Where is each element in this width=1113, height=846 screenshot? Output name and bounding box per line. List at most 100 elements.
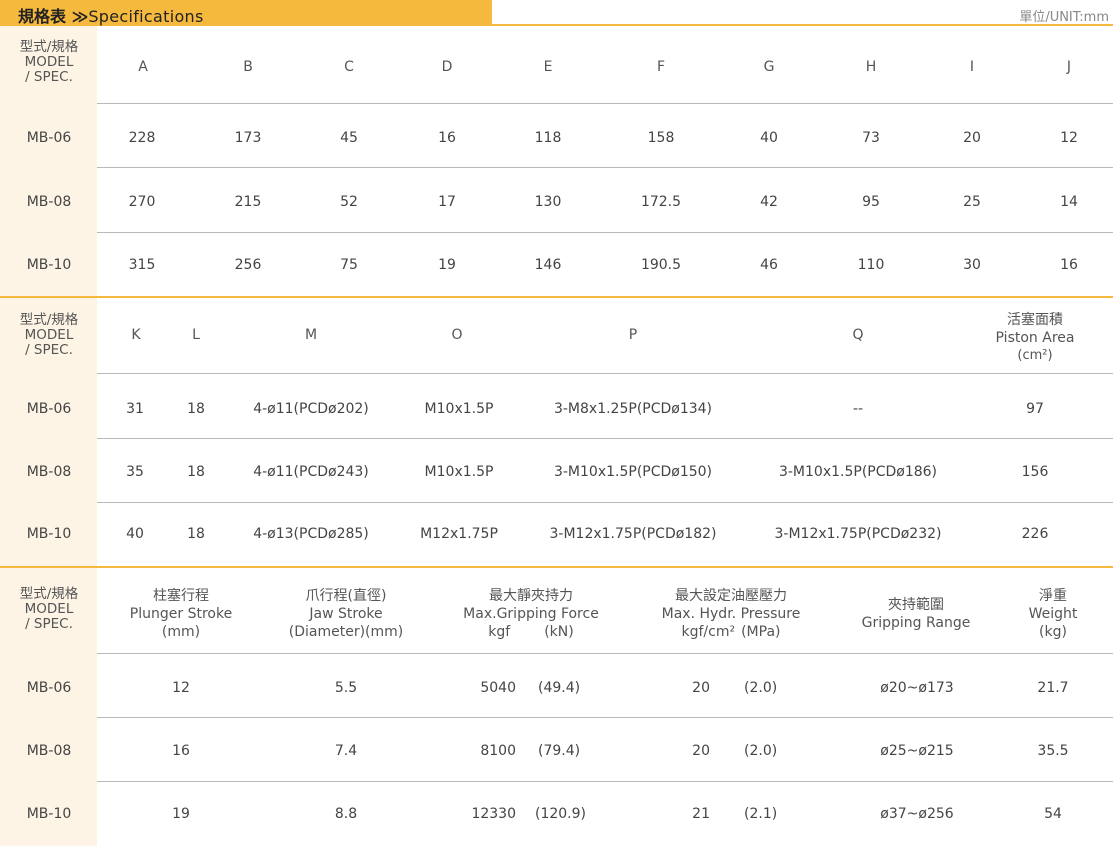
value-cell: 40 — [126, 526, 144, 542]
row-divider — [97, 167, 1113, 168]
col-header-jaw-stroke: 爪行程(直徑) Jaw Stroke (Diameter)(mm) — [289, 587, 403, 641]
col-header-i: I — [969, 59, 975, 75]
col-header-e: E — [543, 59, 553, 75]
spec-header: 規格表 ≫Specifications 單位/UNIT:mm — [0, 0, 1113, 26]
pressure-kgf-cell: 21 — [692, 806, 710, 822]
section-divider — [0, 296, 1113, 298]
pressure-mpa-cell: (2.0) — [744, 743, 778, 759]
value-cell: 25 — [963, 194, 981, 210]
value-cell: 18 — [187, 464, 205, 480]
header-unit: (Diameter)(mm) — [288, 624, 404, 640]
col-header-a: A — [138, 59, 148, 75]
pressure-mpa-cell: (2.0) — [744, 680, 778, 696]
value-cell: 19 — [438, 257, 456, 273]
value-cell: 226 — [1021, 526, 1049, 542]
value-cell: 118 — [534, 130, 562, 146]
value-cell: 256 — [234, 257, 262, 273]
force-kn-cell: (79.4) — [538, 743, 581, 759]
value-cell: 173 — [234, 130, 262, 146]
value-cell: 52 — [340, 194, 358, 210]
row-divider — [97, 502, 1113, 503]
value-cell: M10x1.5P — [424, 401, 494, 417]
spec-head-1: 型式/規格 MODEL / SPEC. — [20, 40, 79, 85]
value-cell: 30 — [963, 257, 981, 273]
value-cell: 42 — [760, 194, 778, 210]
col-header-l: L — [192, 327, 200, 343]
value-cell: 12 — [1060, 130, 1078, 146]
col-header-c: C — [344, 59, 354, 75]
stroke-cell: 12 — [172, 680, 190, 696]
col-header-hydr-pressure: 最大設定油壓壓力 Max. Hydr. Pressure kgf/cm² (MPa… — [662, 587, 801, 641]
value-cell: 14 — [1060, 194, 1078, 210]
col-header-weight: 淨重 Weight (kg) — [1029, 587, 1078, 641]
header-unit-a: kgf — [488, 624, 511, 640]
value-cell: 4-ø11(PCDø202) — [253, 401, 369, 417]
row-divider — [97, 438, 1113, 439]
value-cell: 95 — [862, 194, 880, 210]
spec-head-3: 型式/規格 MODEL / SPEC. — [20, 587, 79, 632]
model-cell: MB-06 — [26, 130, 72, 146]
value-cell: 31 — [126, 401, 144, 417]
title-separator: ≫ — [71, 7, 89, 26]
value-cell: 158 — [647, 130, 675, 146]
stroke-cell: 16 — [172, 743, 190, 759]
range-cell: ø25~ø215 — [880, 743, 954, 759]
page-title: 規格表 ≫Specifications — [18, 3, 204, 27]
range-cell: ø20~ø173 — [880, 680, 954, 696]
pressure-kgf-cell: 20 — [692, 743, 710, 759]
weight-cell: 35.5 — [1037, 743, 1069, 759]
model-cell: MB-10 — [26, 526, 72, 542]
title-tab: 規格表 ≫Specifications — [0, 0, 492, 26]
header-units: kgf/cm² (MPa) — [662, 623, 801, 641]
model-cell: MB-10 — [26, 257, 72, 273]
header-units: kgf (kN) — [463, 623, 599, 641]
col-header-g: G — [763, 59, 775, 75]
value-cell: 130 — [534, 194, 562, 210]
header-en: Max. Hydr. Pressure — [661, 606, 801, 622]
header-en: Weight — [1028, 606, 1078, 622]
weight-cell: 54 — [1044, 806, 1062, 822]
value-cell: 35 — [126, 464, 144, 480]
col-header-plunger-stroke: 柱塞行程 Plunger Stroke (mm) — [130, 587, 232, 641]
pressure-kgf-cell: 20 — [692, 680, 710, 696]
value-cell: 156 — [1021, 464, 1049, 480]
spec-head-spec: / SPEC. — [25, 342, 73, 358]
header-unit-b: (MPa) — [741, 624, 781, 640]
header-en: Max.Gripping Force — [463, 606, 599, 622]
force-kgf-cell: 12330 — [471, 806, 516, 822]
jaw-cell: 7.4 — [334, 743, 358, 759]
value-cell: 46 — [760, 257, 778, 273]
model-cell: MB-06 — [26, 401, 72, 417]
model-cell: MB-06 — [26, 680, 72, 696]
value-cell: 16 — [1060, 257, 1078, 273]
jaw-cell: 5.5 — [334, 680, 358, 696]
value-cell: 75 — [340, 257, 358, 273]
col-header-gripping-range: 夾持範圍 Gripping Range — [862, 596, 971, 632]
spec-head-model: MODEL — [24, 327, 74, 343]
model-cell: MB-08 — [26, 743, 72, 759]
model-cell: MB-08 — [26, 464, 72, 480]
col-header-p: P — [628, 327, 638, 343]
row-divider — [97, 232, 1113, 233]
force-kgf-cell: 8100 — [480, 743, 516, 759]
pressure-mpa-cell: (2.1) — [744, 806, 778, 822]
col-header-q: Q — [852, 327, 864, 343]
stroke-cell: 19 — [172, 806, 190, 822]
header-en: Jaw Stroke — [309, 606, 383, 622]
value-cell: 3-M12x1.75P(PCDø232) — [774, 526, 942, 542]
col-header-f: F — [656, 59, 666, 75]
col-header-b: B — [243, 59, 253, 75]
piston-area-cn: 活塞面積 — [1006, 312, 1063, 328]
header-en: Gripping Range — [861, 615, 971, 631]
title-en: Specifications — [88, 7, 204, 26]
header-cn: 最大設定油壓壓力 — [674, 588, 787, 604]
value-cell: 3-M12x1.75P(PCDø182) — [549, 526, 717, 542]
value-cell: 146 — [534, 257, 562, 273]
col-header-k: K — [131, 327, 141, 343]
value-cell: 3-M10x1.5P(PCDø150) — [553, 464, 713, 480]
value-cell: 16 — [438, 130, 456, 146]
model-cell: MB-10 — [26, 806, 72, 822]
model-cell: MB-08 — [26, 194, 72, 210]
header-cn: 最大靜夾持力 — [488, 588, 573, 604]
section-divider — [0, 566, 1113, 568]
